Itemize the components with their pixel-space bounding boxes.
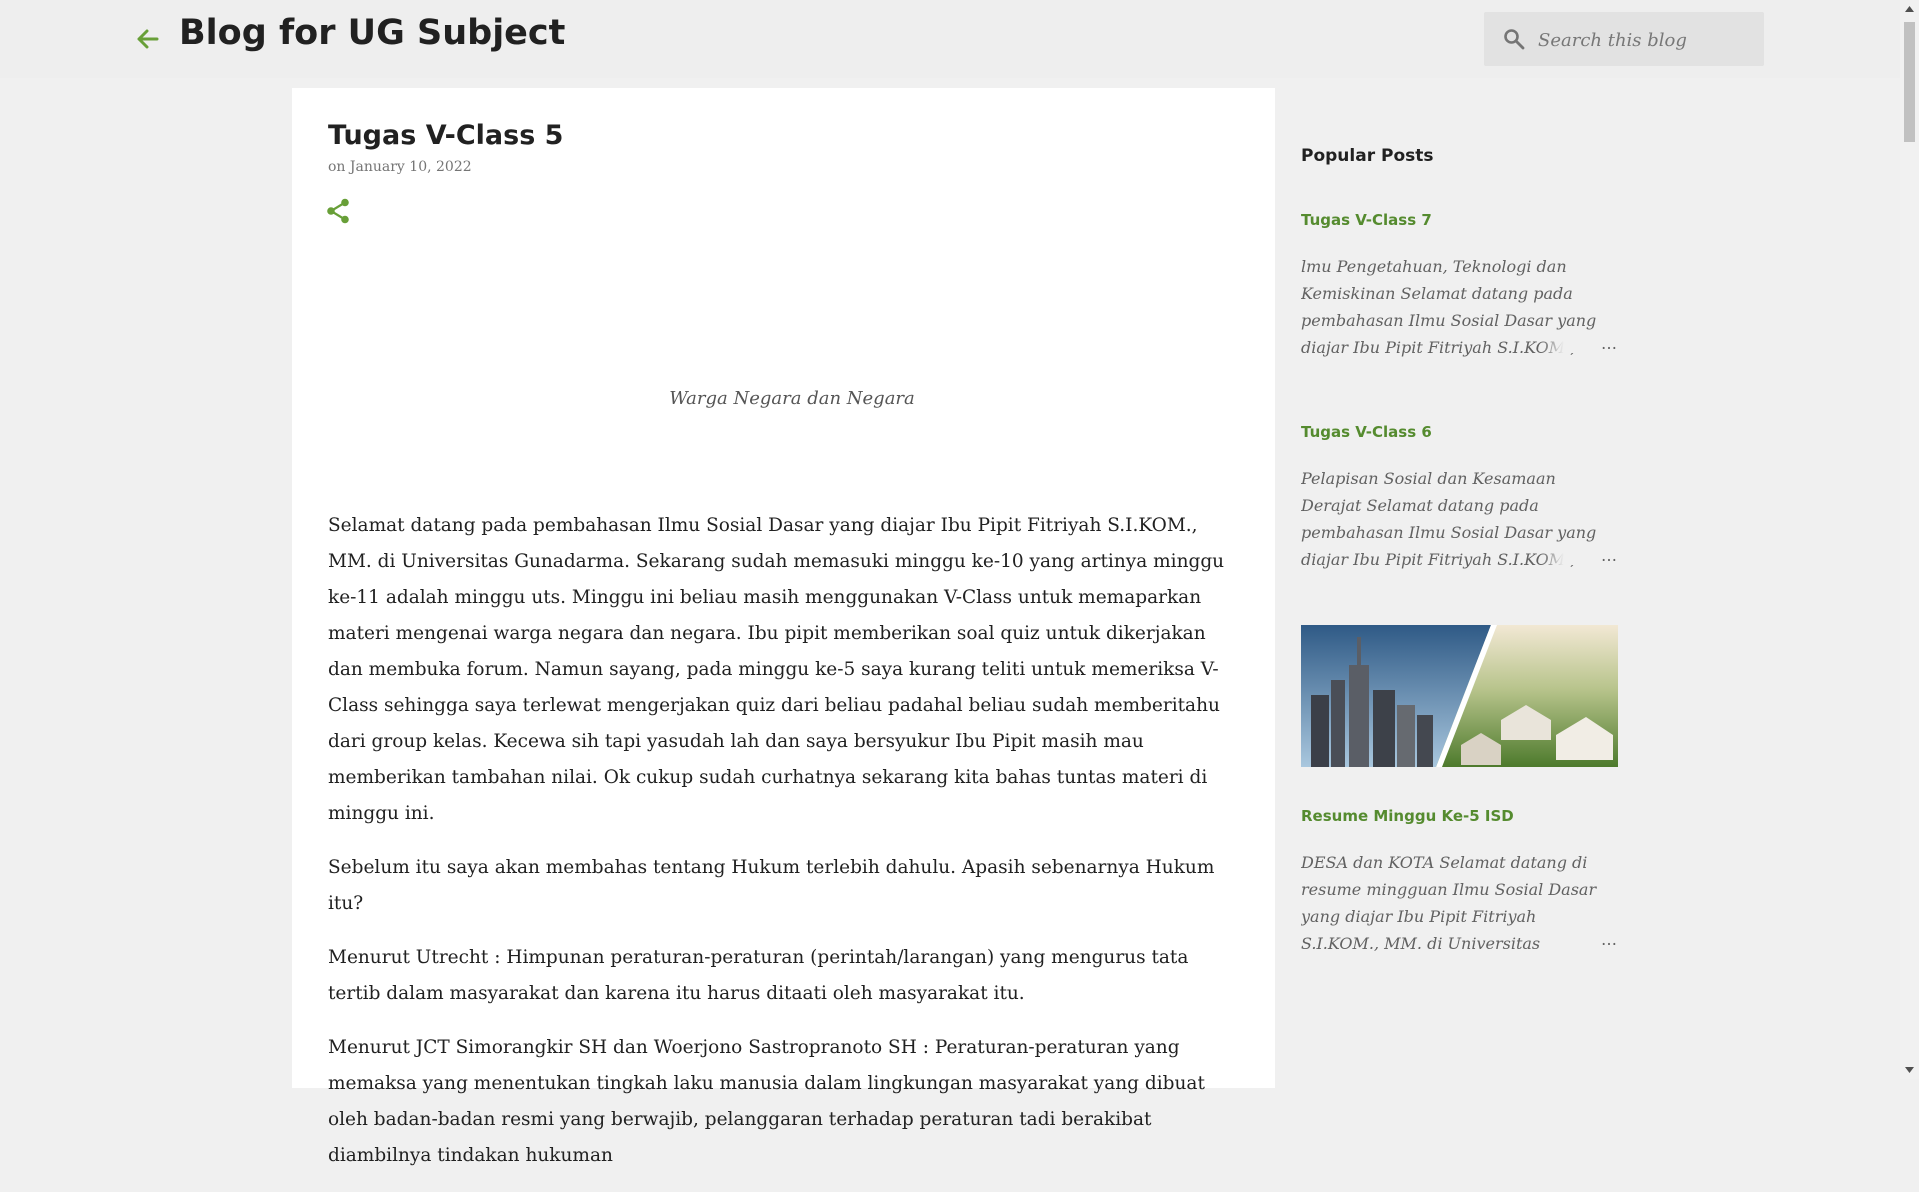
scroll-down-icon[interactable]	[1900, 1061, 1919, 1079]
post-paragraph: Menurut JCT Simorangkir SH dan Woerjono …	[328, 1037, 1205, 1166]
popular-post-more[interactable]: …	[1541, 546, 1617, 565]
blog-header: Blog for UG Subject	[0, 0, 1900, 78]
popular-post-title[interactable]: Tugas V-Class 7	[1301, 211, 1432, 229]
post-paragraph: Selamat datang pada pembahasan Ilmu Sosi…	[328, 515, 1225, 824]
scroll-up-icon[interactable]	[1900, 0, 1919, 18]
post-title: Tugas V-Class 5	[328, 120, 564, 151]
post-date[interactable]: on January 10, 2022	[328, 159, 472, 175]
post-paragraph: Sebelum itu saya akan membahas tentang H…	[328, 857, 1215, 914]
blog-title[interactable]: Blog for UG Subject	[179, 13, 565, 53]
popular-post-title[interactable]: Resume Minggu Ke-5 ISD	[1301, 807, 1514, 825]
post-paragraph: Menurut Utrecht : Himpunan peraturan-per…	[328, 947, 1189, 1004]
scroll-thumb[interactable]	[1904, 22, 1915, 142]
share-icon[interactable]	[326, 198, 350, 228]
post-body: Selamat datang pada pembahasan Ilmu Sosi…	[328, 508, 1238, 1192]
popular-post-thumbnail[interactable]	[1301, 625, 1618, 767]
popular-post-title[interactable]: Tugas V-Class 6	[1301, 423, 1432, 441]
search-input[interactable]	[1536, 12, 1760, 68]
back-arrow-icon[interactable]	[133, 24, 163, 54]
image-caption: Warga Negara dan Negara	[669, 388, 915, 409]
scrollbar[interactable]	[1900, 0, 1919, 1079]
popular-posts-heading: Popular Posts	[1301, 146, 1434, 166]
popular-post-more[interactable]: …	[1541, 930, 1617, 949]
search-icon[interactable]	[1502, 27, 1526, 55]
popular-post-more[interactable]: …	[1541, 334, 1617, 353]
post-card: Tugas V-Class 5 on January 10, 2022 Warg…	[292, 88, 1275, 1166]
search-box[interactable]	[1484, 12, 1764, 68]
